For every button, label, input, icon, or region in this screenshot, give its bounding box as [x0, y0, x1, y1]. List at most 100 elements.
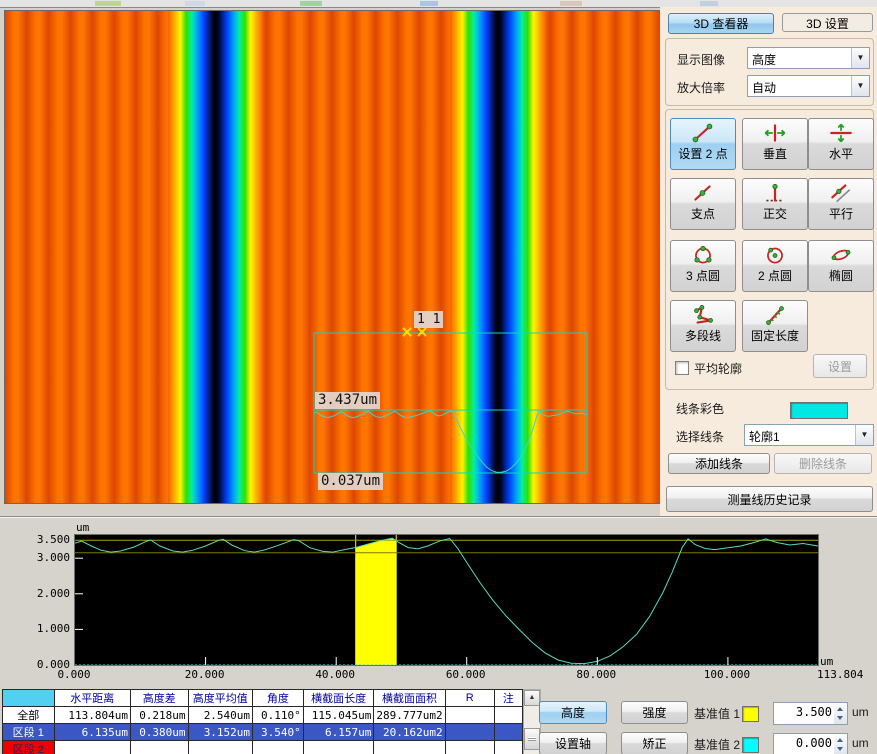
table-cell: 0.218um: [130, 707, 188, 724]
table-row[interactable]: 区段 16.135um0.380um3.152um3.540°6.157um20…: [3, 724, 523, 741]
table-cell: [494, 724, 522, 741]
surface-height-image[interactable]: 3.437um 0.037um 1 1: [4, 10, 662, 504]
tool-button-fixed-length[interactable]: 固定长度: [742, 300, 808, 352]
scroll-up-icon[interactable]: ▲: [524, 690, 540, 706]
table-cell: 2.540um: [188, 707, 253, 724]
two-point-line-icon: [690, 122, 716, 144]
toolbar-fragment: [185, 1, 205, 6]
settings-button[interactable]: 设置: [813, 354, 867, 378]
table-header: 高度平均值: [188, 690, 253, 707]
tool-button-vertical-line[interactable]: 垂直: [742, 118, 808, 170]
tool-button-parallel[interactable]: 平行: [808, 178, 874, 230]
tool-button-ellipse[interactable]: 椭圆: [808, 240, 874, 292]
tool-button-circle-3pt[interactable]: 3 点圆: [670, 240, 736, 292]
table-row[interactable]: 区段 2: [3, 741, 523, 754]
measure-tools-group: 设置 2 点垂直水平支点正交平行3 点圆2 点圆椭圆多段线固定长度 平均轮廓 设…: [665, 109, 874, 390]
row-label[interactable]: 区段 1: [3, 724, 55, 741]
line-color-label: 线条彩色: [676, 400, 724, 417]
profile-plot[interactable]: [74, 534, 819, 666]
spinner-up-icon[interactable]: [837, 738, 843, 742]
tool-button-pivot-point[interactable]: 支点: [670, 178, 736, 230]
table-header: 高度差: [130, 690, 188, 707]
row-label[interactable]: 区段 2: [3, 741, 55, 754]
ellipse-icon: [828, 244, 854, 266]
tool-button-polyline[interactable]: 多段线: [670, 300, 736, 352]
tool-button-horizontal-line[interactable]: 水平: [808, 118, 874, 170]
spinner-down-icon[interactable]: [837, 747, 843, 751]
display-settings-group: 显示图像 高度 ▼ 放大倍率 自动 ▼: [665, 38, 874, 106]
circle-3pt-icon: [690, 244, 716, 266]
tool-button-circle-2pt[interactable]: 2 点圆: [742, 240, 808, 292]
chevron-down-icon[interactable]: ▼: [851, 76, 869, 96]
toolbar-fragment: [560, 1, 582, 6]
tool-label: 支点: [691, 205, 715, 222]
reference2-spinner[interactable]: [834, 733, 848, 754]
set-axis-button[interactable]: 设置轴: [539, 732, 607, 754]
table-cell: [494, 707, 522, 724]
tool-label: 3 点圆: [686, 267, 720, 284]
table-cell: [54, 741, 130, 754]
table-cell: 3.152um: [188, 724, 253, 741]
x-tick-label: 100.000: [695, 668, 759, 681]
table-cell: 6.135um: [54, 724, 130, 741]
measurement-table[interactable]: 水平距离高度差高度平均值角度横截面长度横截面面积R注全部113.804um0.2…: [2, 689, 523, 754]
measurement-point-label: 1 1: [414, 311, 443, 328]
tool-label: 垂直: [763, 145, 787, 162]
table-header: 横截面面积: [374, 690, 445, 707]
reference1-spinner[interactable]: [834, 702, 848, 725]
fixed-length-icon: [762, 304, 788, 326]
y-tick-label: 2.000: [24, 587, 70, 600]
row-label[interactable]: 全部: [3, 707, 55, 724]
chevron-down-icon[interactable]: ▼: [851, 48, 869, 68]
spinner-up-icon[interactable]: [837, 707, 843, 711]
toolbar-fragment: [420, 1, 438, 6]
tool-button-orthogonal[interactable]: 正交: [742, 178, 808, 230]
tool-button-two-point-line[interactable]: 设置 2 点: [670, 118, 736, 170]
line-color-swatch[interactable]: [790, 402, 848, 419]
delete-line-button[interactable]: 删除线条: [774, 453, 872, 474]
table-header: 横截面长度: [303, 690, 374, 707]
intensity-mode-button[interactable]: 强度: [621, 701, 688, 724]
scrollbar-thumb[interactable]: [524, 728, 540, 750]
measure-history-button[interactable]: 测量线历史记录: [666, 486, 873, 512]
magnification-label: 放大倍率: [677, 79, 725, 96]
reference1-value-input[interactable]: 3.500: [773, 702, 836, 725]
tool-label: 2 点圆: [758, 267, 792, 284]
y-axis-unit-label: um: [76, 521, 89, 534]
reference2-value-input[interactable]: 0.000: [773, 733, 836, 754]
toolbar-fragment: [700, 1, 718, 6]
spinner-down-icon[interactable]: [837, 716, 843, 720]
magnification-select[interactable]: 自动 ▼: [747, 75, 870, 97]
average-profile-checkbox[interactable]: [675, 361, 689, 375]
add-line-button[interactable]: 添加线条: [668, 453, 770, 474]
reference2-color-swatch[interactable]: [742, 737, 759, 753]
tab-3d-viewer[interactable]: 3D 查看器: [668, 13, 774, 34]
table-row[interactable]: 全部113.804um0.218um2.540um0.110°115.045um…: [3, 707, 523, 724]
magnification-value: 自动: [752, 79, 776, 96]
reference1-label: 基准值 1: [694, 705, 740, 722]
tool-label: 设置 2 点: [678, 145, 727, 162]
tab-3d-settings[interactable]: 3D 设置: [782, 13, 873, 32]
table-cell: [130, 741, 188, 754]
parallel-icon: [828, 182, 854, 204]
table-cell: [445, 741, 494, 754]
correct-button[interactable]: 矫正: [621, 732, 688, 754]
table-cell: 113.804um: [54, 707, 130, 724]
measurement-overlay[interactable]: [5, 11, 661, 503]
tool-label: 椭圆: [829, 267, 853, 284]
chevron-down-icon[interactable]: ▼: [855, 425, 873, 445]
profile-chart-panel: um 3.5003.0002.0001.0000.000 0.00020.000…: [0, 516, 877, 754]
x-tick-label: 0.000: [42, 668, 106, 681]
pivot-point-icon: [690, 182, 716, 204]
reference1-color-swatch[interactable]: [742, 706, 759, 722]
tool-label: 平行: [829, 205, 853, 222]
measurement-value-bottom: 0.037um: [318, 473, 383, 490]
x-tick-label: 20.000: [173, 668, 237, 681]
table-cell: 0.380um: [130, 724, 188, 741]
line-select[interactable]: 轮廓1 ▼: [744, 424, 874, 446]
table-cell: 20.162um2: [374, 724, 445, 741]
table-cell: [445, 707, 494, 724]
height-mode-button[interactable]: 高度: [539, 701, 607, 724]
display-image-select[interactable]: 高度 ▼: [747, 47, 870, 69]
display-image-label: 显示图像: [677, 51, 725, 68]
